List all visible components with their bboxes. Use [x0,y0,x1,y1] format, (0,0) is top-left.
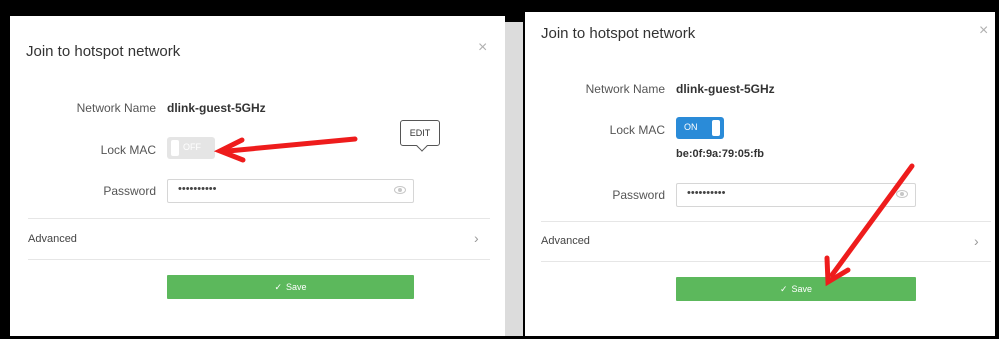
arrow-shaft-left [225,136,358,154]
red-arrow-annotation [213,136,915,287]
arrow-shaft-right [829,163,915,278]
